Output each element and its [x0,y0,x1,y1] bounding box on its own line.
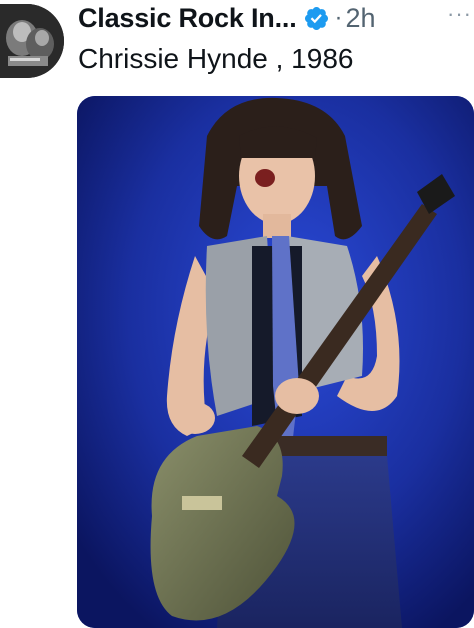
tweet-photo[interactable] [77,96,474,628]
verified-badge-icon [303,5,330,32]
concert-photo [77,96,474,628]
tweet-text: Chrissie Hynde , 1986 [78,43,354,74]
avatar-photo [0,4,64,78]
author-name[interactable]: Classic Rock In... [78,3,297,34]
avatar[interactable] [0,4,64,78]
tweet[interactable]: Classic Rock In... · 2h ··· Chrissie Hyn… [0,0,474,628]
tweet-header: Classic Rock In... · 2h [78,0,474,36]
separator-dot: · [334,4,343,31]
timestamp[interactable]: 2h [346,3,376,34]
more-options-icon[interactable]: ··· [447,3,472,25]
